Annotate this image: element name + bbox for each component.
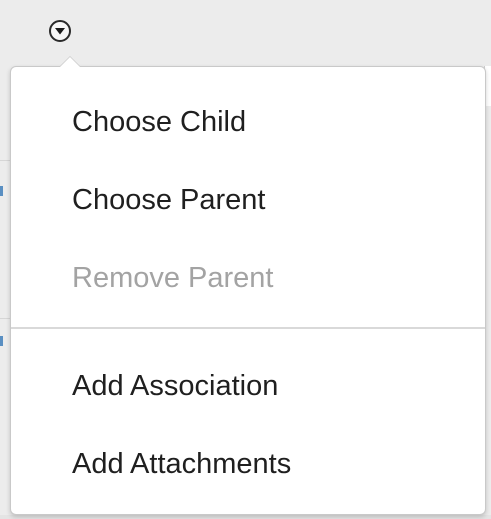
menu-item-remove-parent: Remove Parent [72, 262, 274, 294]
chevron-down-icon [55, 28, 65, 35]
menu-pointer-arrow [59, 56, 81, 67]
menu-item-choose-child[interactable]: Choose Child [11, 91, 485, 153]
menu-item-add-association[interactable]: Add Association [11, 355, 485, 417]
menu-trigger-button[interactable] [49, 20, 71, 42]
menu-item-add-attachments[interactable]: Add Attachments [11, 433, 485, 495]
background-link-fragment [0, 336, 3, 346]
background-link-fragment [0, 186, 3, 196]
background-footer-strip [0, 515, 491, 519]
menu-divider [11, 327, 485, 329]
menu-item-choose-parent[interactable]: Choose Parent [11, 169, 485, 231]
context-menu: Choose Child Choose Parent Remove Parent… [10, 56, 486, 515]
